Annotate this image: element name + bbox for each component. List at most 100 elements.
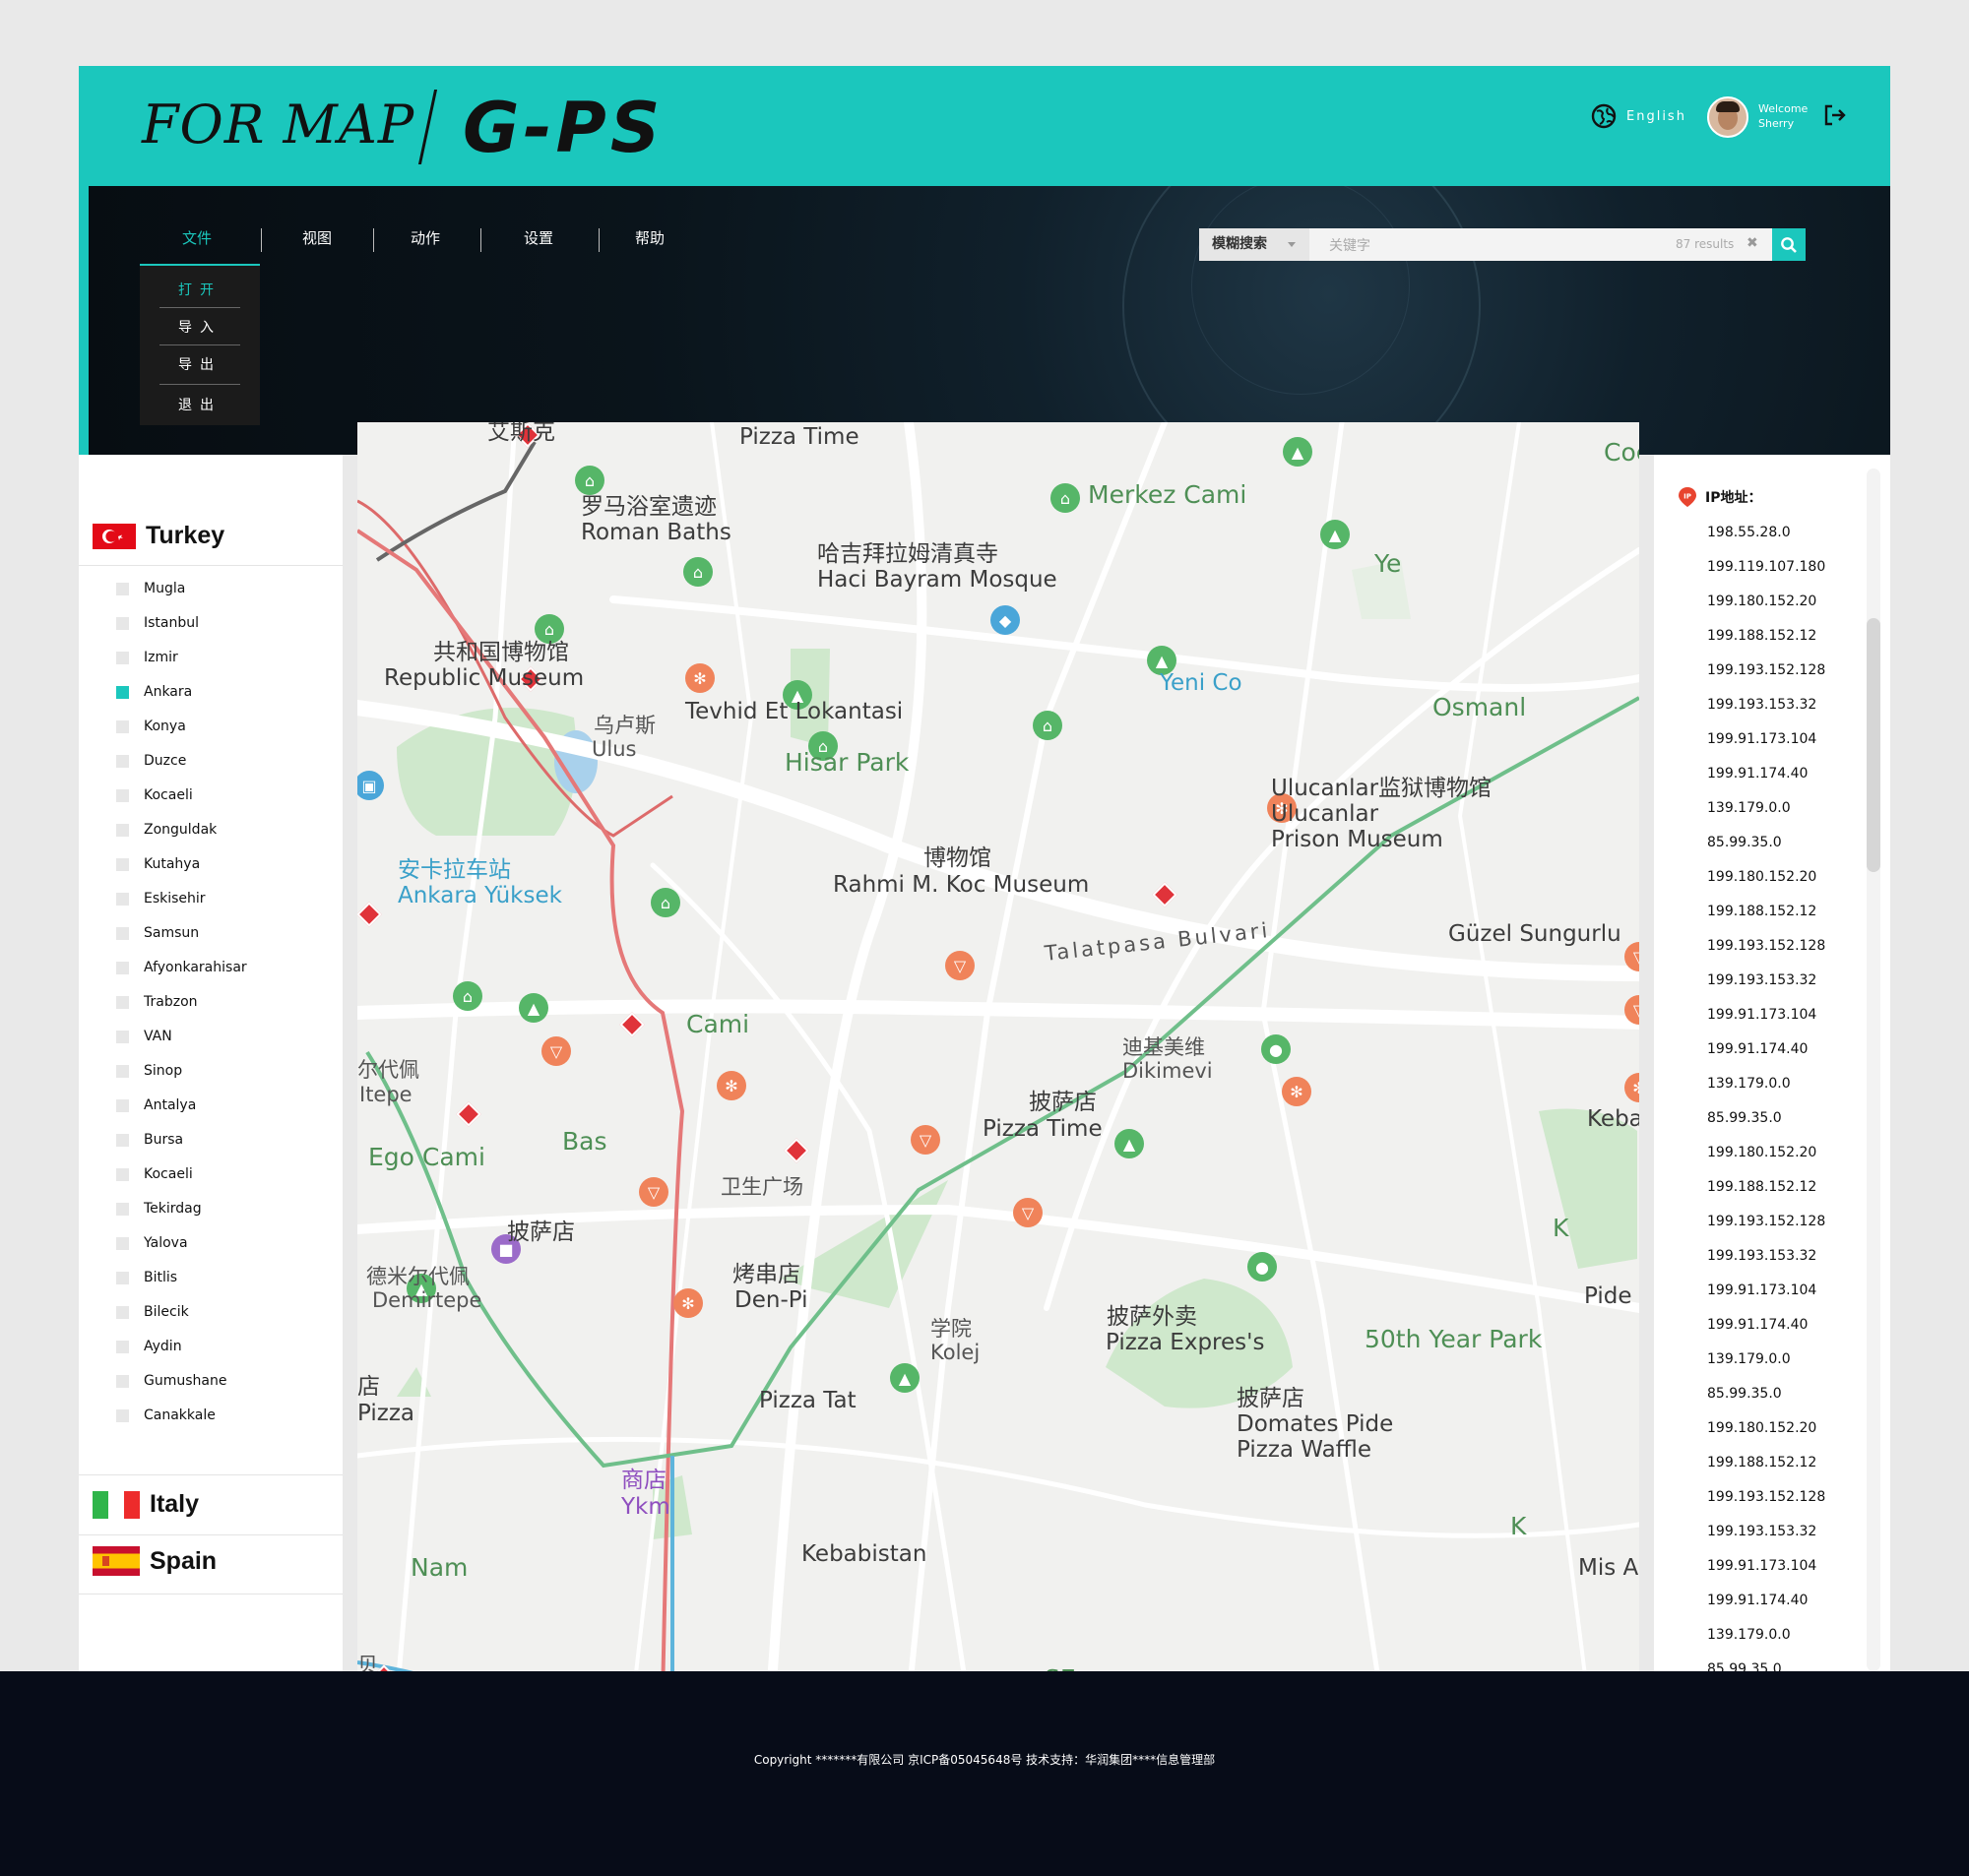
city-checkbox[interactable]: [116, 1030, 129, 1043]
ip-address-item[interactable]: 199.119.107.180: [1707, 559, 1825, 575]
menu-view[interactable]: 视图: [302, 227, 332, 248]
country-italy[interactable]: Italy: [93, 1490, 199, 1519]
ip-address-item[interactable]: 199.180.152.20: [1707, 594, 1816, 609]
ip-address-item[interactable]: 199.188.152.12: [1707, 628, 1816, 644]
ip-address-item[interactable]: 139.179.0.0: [1707, 1351, 1791, 1367]
city-label[interactable]: Izmir: [144, 650, 178, 665]
menu-settings[interactable]: 设置: [524, 227, 553, 248]
city-item[interactable]: Eskisehir: [116, 890, 206, 907]
city-label[interactable]: Gumushane: [144, 1373, 226, 1389]
museum-icon[interactable]: ⌂: [1033, 711, 1062, 740]
ip-address-item[interactable]: 199.188.152.12: [1707, 1179, 1816, 1195]
mosque-icon[interactable]: ⌂: [651, 888, 680, 917]
map-view[interactable]: ⌂ ⌂ ⌂ ⌂ ✻ ◆ ▲ ▲ ▲ ▲ ⌂ ⌂ ▣ ✻ ⌂ ▽ ⌂ ▲ ▽ ✻ …: [357, 422, 1639, 1699]
city-label[interactable]: Istanbul: [144, 615, 199, 631]
language-label[interactable]: English: [1626, 109, 1686, 124]
game-icon[interactable]: ●: [1261, 1034, 1291, 1064]
city-item[interactable]: Canakkale: [116, 1407, 216, 1424]
ip-address-item[interactable]: 85.99.35.0: [1707, 1661, 1782, 1671]
ip-address-item[interactable]: 199.180.152.20: [1707, 1420, 1816, 1436]
restaurant-icon[interactable]: ✻: [685, 663, 715, 693]
ip-address-item[interactable]: 85.99.35.0: [1707, 1110, 1782, 1126]
city-label[interactable]: Bitlis: [144, 1270, 177, 1285]
city-item[interactable]: Istanbul: [116, 614, 199, 632]
restaurant-icon[interactable]: ✻: [1282, 1077, 1311, 1106]
city-item[interactable]: Kutahya: [116, 855, 200, 873]
city-item[interactable]: Sinop: [116, 1062, 182, 1080]
search-button[interactable]: [1772, 228, 1806, 261]
park-icon[interactable]: ▲: [1114, 1129, 1144, 1158]
city-item[interactable]: Bitlis: [116, 1269, 177, 1286]
city-checkbox[interactable]: [116, 582, 129, 595]
city-item[interactable]: Bursa: [116, 1131, 183, 1149]
close-icon[interactable]: ✖: [1747, 235, 1758, 251]
city-label[interactable]: Afyonkarahisar: [144, 960, 247, 975]
ip-address-item[interactable]: 199.91.174.40: [1707, 1041, 1808, 1057]
city-label[interactable]: Yalova: [144, 1235, 188, 1251]
dropdown-exit[interactable]: 退出: [159, 395, 240, 414]
country-name[interactable]: Spain: [150, 1547, 217, 1576]
city-label[interactable]: Trabzon: [144, 994, 198, 1010]
ip-address-item[interactable]: 199.193.153.32: [1707, 972, 1816, 988]
dropdown-open[interactable]: 打开: [159, 280, 240, 299]
pizza-icon[interactable]: ▽: [945, 951, 975, 980]
park-icon[interactable]: ▲: [1320, 520, 1350, 549]
city-item[interactable]: Yalova: [116, 1234, 188, 1252]
restaurant-icon[interactable]: ✻: [673, 1288, 703, 1318]
city-checkbox[interactable]: [116, 1236, 129, 1250]
city-checkbox[interactable]: [116, 616, 129, 630]
ip-address-item[interactable]: 199.188.152.12: [1707, 904, 1816, 919]
city-item[interactable]: VAN: [116, 1028, 172, 1045]
logout-icon[interactable]: [1823, 103, 1847, 127]
city-checkbox[interactable]: [116, 685, 129, 699]
city-item[interactable]: Trabzon: [116, 993, 198, 1011]
shop-tag-icon[interactable]: ◆: [990, 605, 1020, 635]
country-turkey[interactable]: Turkey: [93, 522, 224, 550]
city-checkbox[interactable]: [116, 1374, 129, 1388]
country-spain[interactable]: Spain: [93, 1546, 217, 1576]
city-item[interactable]: Izmir: [116, 649, 178, 666]
ip-address-item[interactable]: 199.180.152.20: [1707, 869, 1816, 885]
city-checkbox[interactable]: [116, 1167, 129, 1181]
city-checkbox[interactable]: [116, 1305, 129, 1319]
city-checkbox[interactable]: [116, 1133, 129, 1147]
pizza-icon[interactable]: ▽: [911, 1125, 940, 1155]
city-checkbox[interactable]: [116, 961, 129, 974]
city-item[interactable]: Mugla: [116, 580, 185, 597]
pizza-icon[interactable]: ▽: [1013, 1198, 1043, 1227]
ip-address-item[interactable]: 199.193.153.32: [1707, 1248, 1816, 1264]
ip-address-item[interactable]: 199.193.152.128: [1707, 938, 1825, 954]
city-label[interactable]: Kutahya: [144, 856, 200, 872]
menu-help[interactable]: 帮助: [635, 227, 665, 248]
ip-address-item[interactable]: 199.193.153.32: [1707, 697, 1816, 713]
city-checkbox[interactable]: [116, 1408, 129, 1422]
mosque-icon[interactable]: ⌂: [1050, 483, 1080, 513]
city-item[interactable]: Samsun: [116, 924, 199, 942]
city-label[interactable]: Samsun: [144, 925, 199, 941]
city-checkbox[interactable]: [116, 788, 129, 802]
city-label[interactable]: Kocaeli: [144, 1166, 193, 1182]
museum-icon[interactable]: ⌂: [575, 466, 604, 495]
ip-address-item[interactable]: 199.91.173.104: [1707, 1282, 1816, 1298]
city-item[interactable]: Bilecik: [116, 1303, 189, 1321]
search-type-select[interactable]: 模糊搜索: [1199, 228, 1309, 261]
city-checkbox[interactable]: [116, 651, 129, 664]
city-label[interactable]: Konya: [144, 719, 186, 734]
ip-address-item[interactable]: 139.179.0.0: [1707, 1076, 1791, 1092]
city-label[interactable]: Aydin: [144, 1339, 182, 1354]
ip-address-item[interactable]: 199.91.174.40: [1707, 1593, 1808, 1608]
park-icon[interactable]: ▲: [519, 993, 548, 1023]
ip-address-item[interactable]: 139.179.0.0: [1707, 800, 1791, 816]
ip-address-item[interactable]: 199.91.174.40: [1707, 1317, 1808, 1333]
city-item[interactable]: Konya: [116, 718, 186, 735]
city-label[interactable]: VAN: [144, 1029, 172, 1044]
menu-file[interactable]: 文件: [182, 227, 212, 248]
city-item[interactable]: Aydin: [116, 1338, 182, 1355]
city-label[interactable]: Zonguldak: [144, 822, 217, 838]
ip-address-item[interactable]: 198.55.28.0: [1707, 525, 1791, 540]
ip-address-item[interactable]: 199.193.152.128: [1707, 1214, 1825, 1229]
dropdown-export[interactable]: 导出: [159, 354, 240, 374]
city-item[interactable]: Ankara: [116, 683, 192, 701]
mosque-icon[interactable]: ⌂: [453, 981, 482, 1011]
ip-address-item[interactable]: 199.188.152.12: [1707, 1455, 1816, 1470]
